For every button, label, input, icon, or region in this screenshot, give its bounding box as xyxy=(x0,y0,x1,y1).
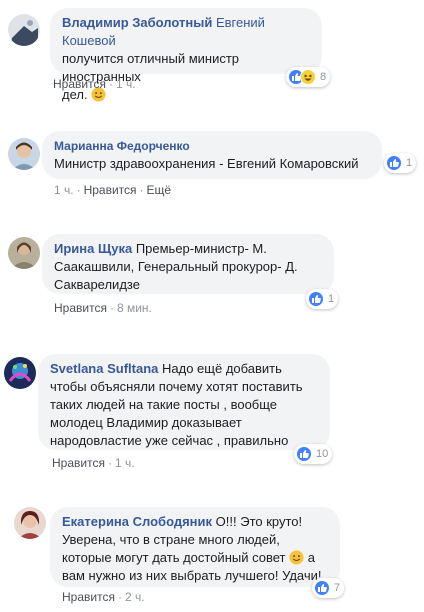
comment-text: О!!! Это круто! xyxy=(215,514,303,529)
reactions-badge[interactable]: 8 xyxy=(286,67,331,87)
comment-text-line3b: а xyxy=(307,550,315,565)
smile-emoji-icon xyxy=(289,550,304,565)
avatar[interactable] xyxy=(8,138,40,170)
like-icon xyxy=(386,155,402,171)
comment-bubble: Svetlana Sufltana Надо ещё добавить чтоб… xyxy=(38,354,330,450)
comment-bubble: Владимир Заболотный Евгений Кошевой полу… xyxy=(50,8,322,102)
like-link[interactable]: Нравится xyxy=(84,183,137,197)
like-link[interactable]: Нравится xyxy=(54,301,107,315)
reaction-count: 8 xyxy=(320,71,327,83)
comment-time[interactable]: 1 ч. xyxy=(54,183,74,197)
comment-bubble: Ирина Щука Премьер-министр- М. Саакашвил… xyxy=(42,234,334,294)
comment-text-line4: вам нужно из них выбрать лучшего! Удачи! xyxy=(62,568,322,583)
comment-time[interactable]: 1 ч. xyxy=(115,456,135,470)
comment-time[interactable]: 1 ч. xyxy=(116,77,136,91)
like-link[interactable]: Нравится xyxy=(53,77,106,91)
avatar[interactable] xyxy=(4,357,36,389)
reaction-count: 7 xyxy=(334,582,341,594)
comment-author[interactable]: Владимир Заболотный xyxy=(62,15,212,30)
comment-actions: Нравится · 1 ч. xyxy=(52,456,135,470)
comment-actions: Нравится · 1 ч. xyxy=(53,77,136,91)
comment-text-line2: чтобы объясняли почему хотят поставить xyxy=(50,379,303,394)
comment-actions: Нравится · 2 ч. xyxy=(62,590,145,604)
comment-time[interactable]: 2 ч. xyxy=(125,590,145,604)
avatar[interactable] xyxy=(8,237,40,269)
comment-actions: 1 ч. · Нравится · Ещё xyxy=(54,183,172,197)
comment-text-line3: таких людей на такие посты , вообще xyxy=(50,397,278,412)
haha-icon xyxy=(300,69,316,85)
comment-bubble: Марианна Федорченко Министр здравоохране… xyxy=(42,131,382,179)
more-link[interactable]: Ещё xyxy=(147,183,172,197)
reaction-count: 1 xyxy=(328,293,335,305)
reactions-badge[interactable]: 10 xyxy=(294,444,333,464)
comment-text-line3: которые могут дать достойный совет xyxy=(62,550,286,565)
like-icon xyxy=(314,580,330,596)
like-link[interactable]: Нравится xyxy=(52,456,105,470)
comment-actions: Нравится · 8 мин. xyxy=(54,301,152,315)
reaction-count: 1 xyxy=(406,157,413,169)
comment-text-line2: Уверена, что в стране много людей, xyxy=(62,532,280,547)
comment-text-line2: Саакашвили, Генеральный прокурор- Д. xyxy=(54,259,298,274)
reaction-count: 10 xyxy=(316,448,329,460)
comment-text: Надо ещё добавить xyxy=(162,361,282,376)
avatar[interactable] xyxy=(14,507,46,539)
comment-text-line4: молодец Владимир доказывает xyxy=(50,415,242,430)
reactions-badge[interactable]: 7 xyxy=(312,578,345,598)
comment-text: Министр здравоохранения - Евгений Комаро… xyxy=(54,156,359,171)
like-icon xyxy=(308,291,324,307)
like-link[interactable]: Нравится xyxy=(62,590,115,604)
comment-text-line3: Сакварелидзе xyxy=(54,277,140,292)
comment-bubble: Екатерина Слободяник О!!! Это круто! Уве… xyxy=(50,507,340,587)
comment-author[interactable]: Ирина Щука xyxy=(54,241,132,256)
comment-author[interactable]: Svetlana Sufltana xyxy=(50,361,158,376)
reactions-badge[interactable]: 1 xyxy=(306,289,339,309)
comment-text: Премьер-министр- М. xyxy=(135,241,267,256)
comment-text-line5: народовластие уже сейчас , правильно xyxy=(50,433,289,448)
comment-author[interactable]: Екатерина Слободяник xyxy=(62,514,212,529)
like-icon xyxy=(296,446,312,462)
avatar[interactable] xyxy=(8,14,40,46)
comment-time[interactable]: 8 мин. xyxy=(117,301,152,315)
comment-author[interactable]: Марианна Федорченко xyxy=(54,137,370,155)
reactions-badge[interactable]: 1 xyxy=(384,153,417,173)
